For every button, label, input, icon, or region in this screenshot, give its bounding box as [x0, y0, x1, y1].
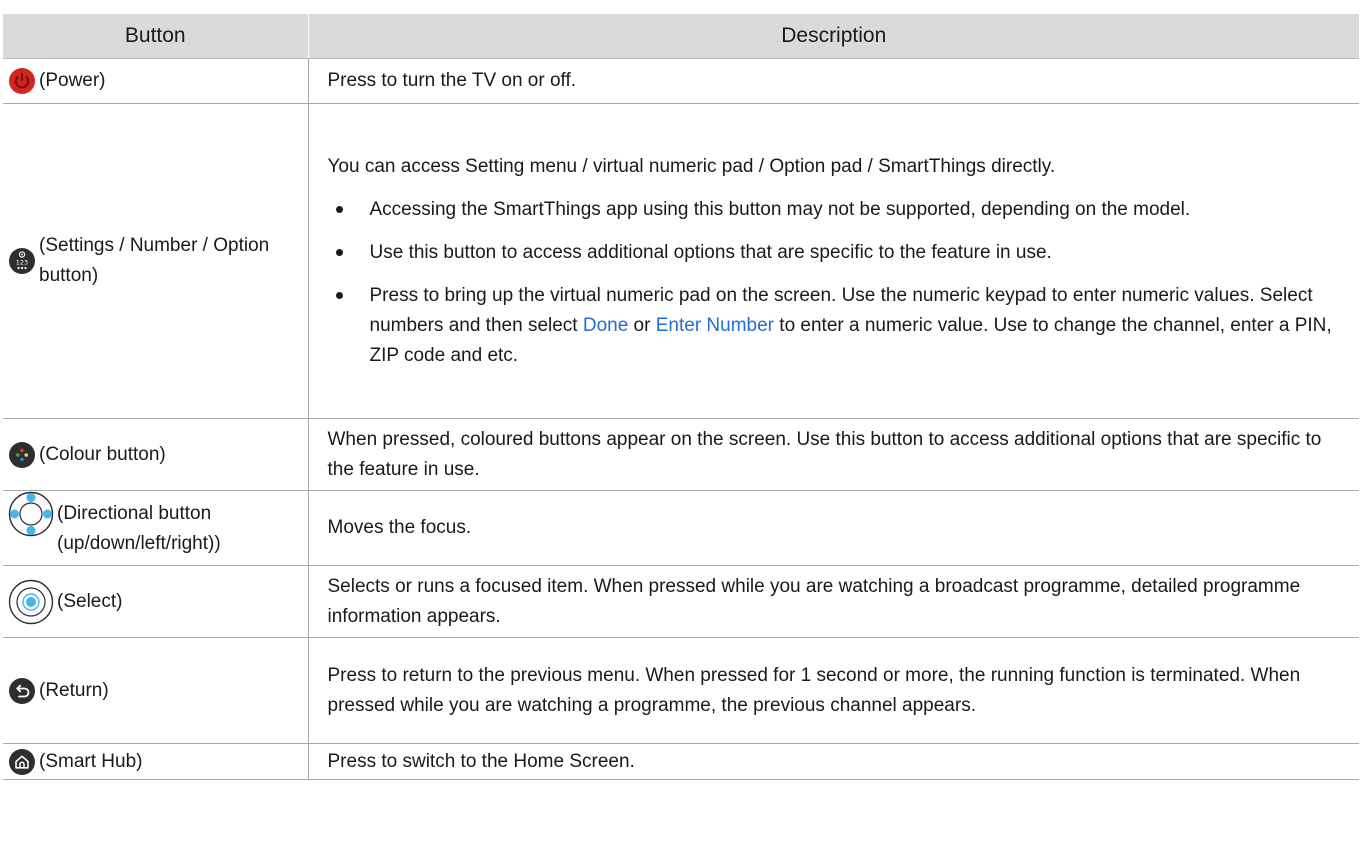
- description-cell: When pressed, coloured buttons appear on…: [308, 418, 1359, 491]
- description-cell: Moves the focus.: [308, 490, 1359, 566]
- colour-button-icon: [8, 441, 36, 469]
- enter-number-highlight: Enter Number: [655, 314, 775, 336]
- button-name: (Colour button): [39, 443, 166, 465]
- bullet-item: Accessing the SmartThings app using this…: [328, 195, 1350, 225]
- button-cell: (Return): [3, 637, 309, 744]
- description-cell: Press to return to the previous menu. Wh…: [308, 637, 1359, 744]
- button-name: (Return): [39, 679, 109, 701]
- button-cell: 123 (Settings / Number / Option button): [3, 103, 309, 419]
- description-cell: Press to turn the TV on or off.: [308, 58, 1359, 104]
- svg-text:123: 123: [16, 259, 28, 267]
- table-row: (Colour button) When pressed, coloured b…: [3, 418, 1359, 491]
- return-icon: [8, 677, 36, 705]
- directional-button-icon: [8, 491, 54, 537]
- description-cell: You can access Setting menu / virtual nu…: [308, 103, 1359, 419]
- header-description: Description: [307, 14, 1359, 59]
- page: Button Description (Power) Press to turn…: [0, 0, 1360, 864]
- header-button: Button: [3, 14, 308, 59]
- button-cell: (Select): [3, 565, 309, 638]
- done-highlight: Done: [582, 314, 629, 336]
- button-name: (Settings / Number / Option button): [39, 235, 270, 286]
- description-cell: Selects or runs a focused item. When pre…: [308, 565, 1359, 638]
- button-cell: (Directional button (up/down/left/right)…: [3, 490, 309, 566]
- table-row: (Smart Hub) Press to switch to the Home …: [3, 743, 1359, 780]
- table-header-row: Button Description: [3, 14, 1359, 59]
- remote-buttons-table: Button Description (Power) Press to turn…: [3, 14, 1359, 780]
- power-icon: [8, 67, 36, 95]
- button-name: (Select): [57, 590, 123, 612]
- smart-hub-icon: [8, 748, 36, 776]
- table-row: (Select) Selects or runs a focused item.…: [3, 565, 1359, 638]
- bullet-text: or: [628, 314, 656, 336]
- settings-number-icon: 123: [8, 247, 36, 275]
- table-row: (Directional button (up/down/left/right)…: [3, 490, 1359, 566]
- table-row: 123 (Settings / Number / Option button) …: [3, 103, 1359, 419]
- bullet-item: Press to bring up the virtual numeric pa…: [328, 281, 1350, 371]
- select-icon: [8, 579, 54, 625]
- table-row: (Return) Press to return to the previous…: [3, 637, 1359, 744]
- button-name: (Directional button (up/down/left/right)…: [57, 503, 221, 554]
- description-intro: You can access Setting menu / virtual nu…: [327, 155, 1056, 177]
- button-cell: (Power): [3, 58, 309, 104]
- table-row: (Power) Press to turn the TV on or off.: [3, 58, 1359, 104]
- button-cell: (Colour button): [3, 418, 309, 491]
- button-name: (Smart Hub): [39, 750, 143, 772]
- bullet-item: Use this button to access additional opt…: [328, 238, 1350, 268]
- description-cell: Press to switch to the Home Screen.: [308, 743, 1359, 780]
- button-name: (Power): [39, 70, 106, 91]
- bullet-list: Accessing the SmartThings app using this…: [328, 195, 1350, 371]
- button-cell: (Smart Hub): [3, 743, 309, 780]
